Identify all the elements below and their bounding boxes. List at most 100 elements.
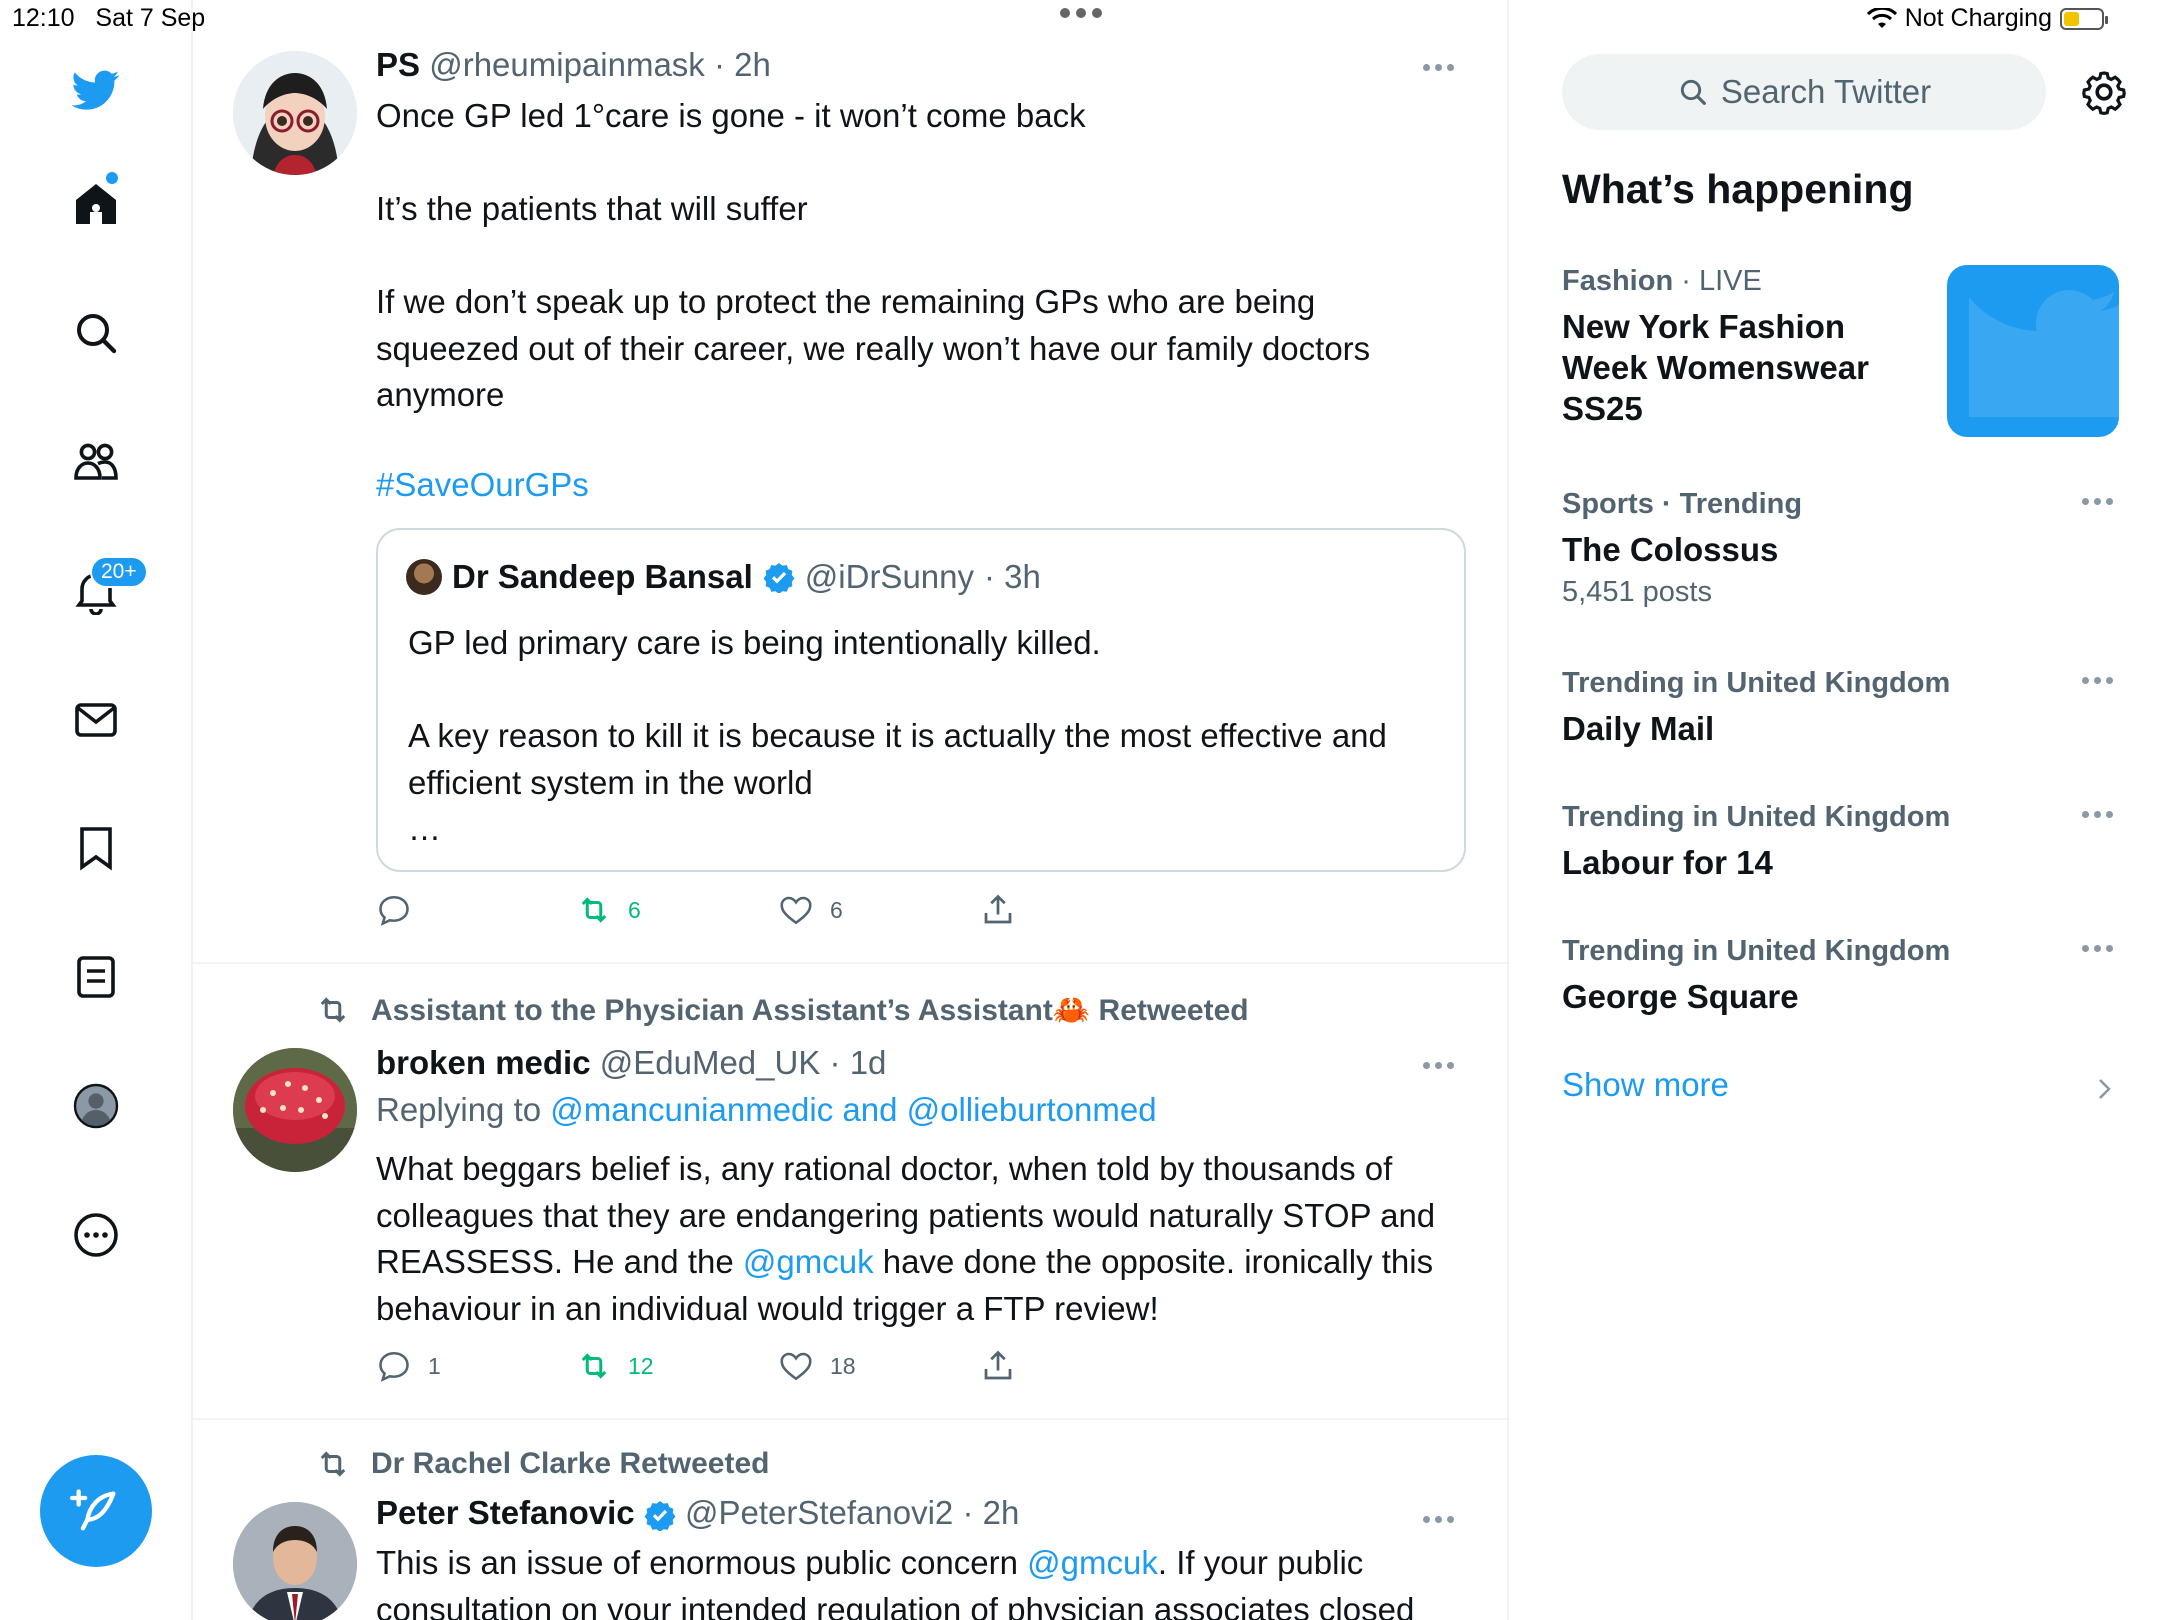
twitter-bird-watermark-icon <box>1969 290 2119 417</box>
like-button[interactable]: 6 <box>778 892 843 928</box>
tweet-time[interactable]: · 2h <box>714 46 771 83</box>
author-handle[interactable]: @rheumipainmask <box>429 46 705 83</box>
retweeted-by[interactable]: Assistant to the Physician Assistant’s A… <box>313 992 1249 1028</box>
retweet-indicator-icon <box>320 997 346 1023</box>
quoted-avatar[interactable] <box>406 559 442 595</box>
trend-item[interactable]: Sports · Trending The Colossus 5,451 pos… <box>1562 488 2122 609</box>
tweet-text-line: Once GP led 1°care is gone - it won’t co… <box>376 97 1086 134</box>
quoted-author-handle[interactable]: @iDrSunny <box>805 558 974 596</box>
replying-to-prefix: Replying to <box>376 1091 551 1128</box>
bookmarks-icon[interactable] <box>66 818 126 878</box>
retweet-icon <box>581 897 607 923</box>
search-placeholder: Search Twitter <box>1720 73 1932 110</box>
trend-post-count: 5,451 posts <box>1562 576 1712 608</box>
messages-envelope-icon[interactable] <box>66 690 126 750</box>
trend-item[interactable]: Trending in United Kingdom Daily Mail <box>1562 667 2122 749</box>
left-navigation: 20+ <box>0 0 193 1620</box>
like-button[interactable]: 18 <box>778 1348 856 1384</box>
mention-link[interactable]: @gmcuk <box>1027 1544 1158 1581</box>
replying-to-mentions[interactable]: @mancunianmedic and @ollieburtonmed <box>550 1091 1156 1128</box>
author-handle[interactable]: @EduMed_UK <box>600 1044 821 1081</box>
share-icon <box>984 1350 1012 1380</box>
avatar[interactable] <box>233 51 357 175</box>
compose-tweet-button[interactable] <box>40 1455 152 1567</box>
trend-title: Labour for 14 <box>1562 844 1773 881</box>
chevron-right-icon[interactable] <box>2092 1074 2116 1104</box>
profile-avatar-icon[interactable] <box>66 1076 126 1136</box>
trend-more-icon[interactable] <box>2082 498 2122 508</box>
replying-to: Replying to @mancunianmedic and @olliebu… <box>376 1091 1157 1129</box>
lists-icon[interactable] <box>66 947 126 1007</box>
mention-link[interactable]: @gmcuk <box>743 1243 874 1280</box>
twitter-logo-icon[interactable] <box>66 60 126 120</box>
more-options-icon[interactable] <box>66 1205 126 1265</box>
timeline: PS @rheumipainmask · 2h Once GP led 1°ca… <box>193 0 1509 1620</box>
status-right: Not Charging <box>1866 4 2108 33</box>
quoted-tweet-time[interactable]: · 3h <box>984 558 1041 596</box>
communities-icon[interactable] <box>66 432 126 492</box>
trend-title: New York Fashion Week Womenswear SS25 <box>1562 308 1869 427</box>
retweet-count: 6 <box>628 896 641 923</box>
avatar[interactable] <box>233 1048 357 1172</box>
home-unread-dot <box>106 172 118 184</box>
quoted-text-ellipsis: … <box>408 810 441 847</box>
author-handle[interactable]: @PeterStefanovi2 <box>685 1494 953 1531</box>
search-icon <box>1680 79 1706 105</box>
heart-icon <box>780 896 812 925</box>
reply-button[interactable] <box>376 892 428 928</box>
trend-category: Trending in United Kingdom <box>1562 801 1951 833</box>
trend-category: Trending in United Kingdom <box>1562 935 1951 967</box>
tweet[interactable]: Dr Rachel Clarke Retweeted Peter Stefano… <box>193 1420 1507 1620</box>
charging-status: Not Charging <box>1904 4 2052 32</box>
heart-icon <box>780 1352 812 1381</box>
share-icon <box>984 894 1012 924</box>
trend-more-icon[interactable] <box>2082 945 2122 955</box>
tweet-text-line: If we don’t speak up to protect the rema… <box>376 283 1371 413</box>
retweet-count: 12 <box>628 1352 654 1379</box>
retweeted-by-text: Assistant to the Physician Assistant’s A… <box>371 993 1249 1027</box>
search-input[interactable]: Search Twitter <box>1562 54 2046 130</box>
hashtag-link[interactable]: #SaveOurGPs <box>376 462 1436 509</box>
retweet-button[interactable]: 12 <box>576 1348 654 1384</box>
trend-category: Fashion <box>1562 265 1674 297</box>
trend-category: Sports · Trending <box>1562 488 1803 520</box>
tweet[interactable]: Assistant to the Physician Assistant’s A… <box>193 964 1507 1420</box>
author-name[interactable]: PS <box>376 46 420 83</box>
retweet-indicator-icon <box>320 1451 346 1477</box>
trend-category: Trending in United Kingdom <box>1562 667 1951 699</box>
wifi-icon <box>1866 7 1897 28</box>
author-name[interactable]: broken medic <box>376 1044 591 1081</box>
trend-more-icon[interactable] <box>2082 677 2122 687</box>
explore-search-icon[interactable] <box>66 303 126 363</box>
verified-badge-icon <box>763 563 795 593</box>
show-more-link[interactable]: Show more <box>1562 1066 1729 1104</box>
quoted-text-line: A key reason to kill it is because it is… <box>408 717 1387 801</box>
quoted-tweet-header: Dr Sandeep Bansal @iDrSunny · 3h <box>406 558 1041 596</box>
quoted-author-name[interactable]: Dr Sandeep Bansal <box>452 558 753 596</box>
tweet[interactable]: PS @rheumipainmask · 2h Once GP led 1°ca… <box>193 0 1507 962</box>
share-button[interactable] <box>980 1348 1016 1384</box>
tweet-time[interactable]: · 1d <box>830 1044 887 1081</box>
trend-title: Daily Mail <box>1562 710 1715 747</box>
like-count: 18 <box>830 1352 856 1379</box>
retweet-button[interactable]: 6 <box>576 892 641 928</box>
trend-more-icon[interactable] <box>2082 811 2122 821</box>
trend-item[interactable]: Trending in United Kingdom George Square <box>1562 935 2122 1017</box>
tweet-more-icon[interactable] <box>1423 1516 1463 1526</box>
share-button[interactable] <box>980 892 1016 928</box>
trend-title: George Square <box>1562 978 1799 1015</box>
author-name[interactable]: Peter Stefanovic <box>376 1494 635 1531</box>
tweet-more-icon[interactable] <box>1423 64 1463 74</box>
home-icon[interactable] <box>66 174 126 234</box>
trend-item[interactable]: Trending in United Kingdom Labour for 14 <box>1562 801 2122 883</box>
tweet-time[interactable]: · 2h <box>962 1494 1019 1531</box>
tweet-actions: 6 6 <box>376 892 1076 932</box>
reply-button[interactable]: 1 <box>376 1348 441 1384</box>
tweet-text-part: This is an issue of enormous public conc… <box>376 1544 1028 1581</box>
settings-gear-icon[interactable] <box>2080 68 2128 116</box>
tweet-more-icon[interactable] <box>1423 1062 1463 1072</box>
trend-thumbnail[interactable] <box>1947 265 2119 437</box>
quoted-tweet[interactable]: Dr Sandeep Bansal @iDrSunny · 3h GP led … <box>376 528 1466 872</box>
retweeted-by[interactable]: Dr Rachel Clarke Retweeted <box>313 1446 770 1482</box>
avatar[interactable] <box>233 1502 357 1620</box>
